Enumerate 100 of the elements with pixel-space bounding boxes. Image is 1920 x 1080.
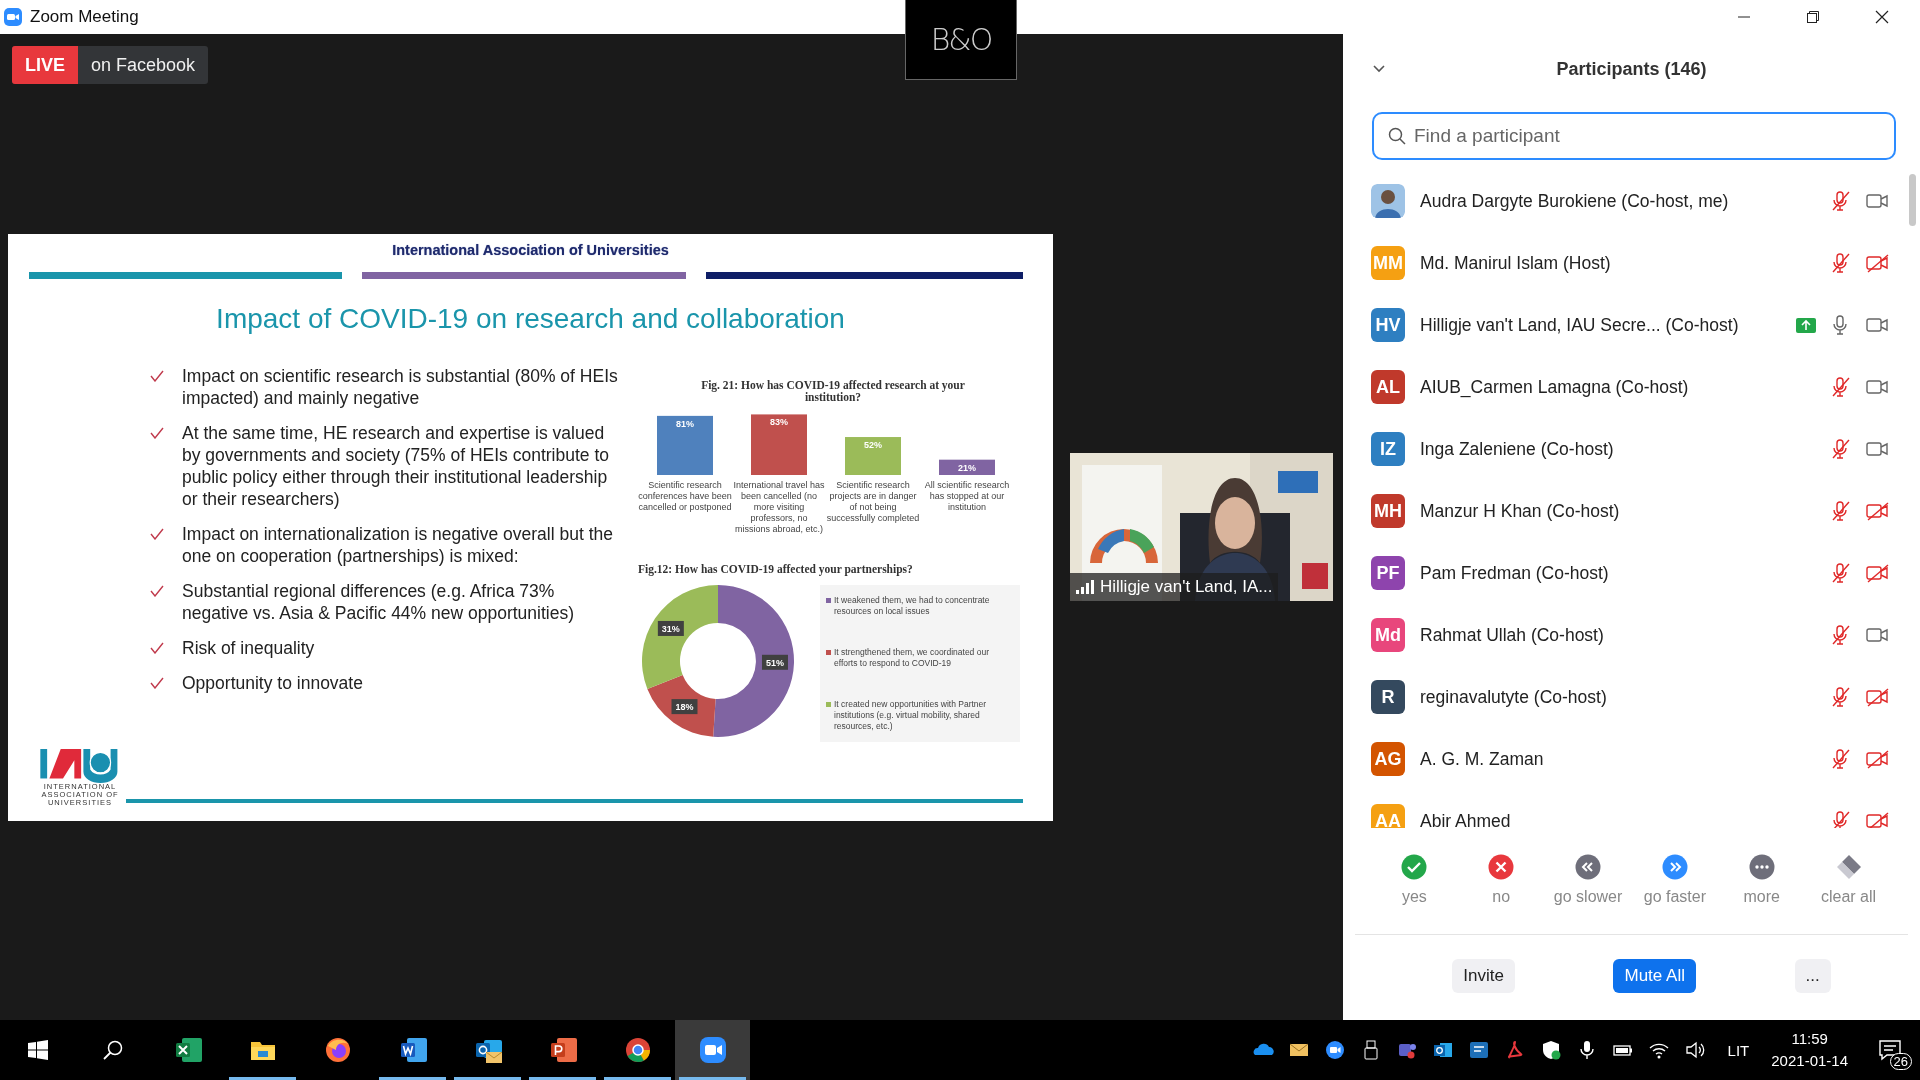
- check-icon: [1401, 854, 1428, 880]
- reaction-button[interactable]: no: [1457, 854, 1545, 934]
- participant-name: Pam Fredman (Co-host): [1420, 562, 1610, 584]
- scrollbar-thumb[interactable]: [1909, 174, 1916, 226]
- muted-microphone-icon[interactable]: [1830, 749, 1852, 769]
- participant-row[interactable]: Audra Dargyte Burokiene (Co-host, me): [1343, 170, 1920, 232]
- collapse-chevron-icon[interactable]: [1373, 65, 1385, 73]
- bar: [657, 415, 713, 475]
- participant-row[interactable]: AL AIUB_Carmen Lamagna (Co-host): [1343, 356, 1920, 418]
- restore-icon[interactable]: [1806, 10, 1820, 24]
- search-field[interactable]: Find a participant: [1372, 112, 1896, 160]
- slide-header: International Association of Universities: [392, 241, 669, 260]
- avatar: PF: [1371, 556, 1405, 590]
- value-label: 83%: [770, 416, 788, 427]
- clock-date: 2021-01-14: [1771, 1051, 1848, 1071]
- live-stream-badge[interactable]: LIVE on Facebook: [12, 46, 209, 84]
- muted-microphone-icon[interactable]: [1830, 811, 1852, 828]
- muted-microphone-icon[interactable]: [1830, 563, 1852, 583]
- participant-row[interactable]: PF Pam Fredman (Co-host): [1343, 542, 1920, 604]
- participant-row[interactable]: MH Manzur H Khan (Co-host): [1343, 480, 1920, 542]
- stream-platform-label: on Facebook: [90, 53, 197, 77]
- spreadsheet-app-icon[interactable]: [173, 1036, 202, 1064]
- participant-name: A. G. M. Zaman: [1420, 748, 1545, 770]
- avatar: Md: [1371, 618, 1405, 652]
- browser-icon[interactable]: [623, 1036, 652, 1064]
- video-camera-icon[interactable]: [1866, 625, 1890, 645]
- muted-microphone-icon[interactable]: [1830, 439, 1852, 459]
- presentation-app-icon[interactable]: [548, 1036, 577, 1064]
- video-camera-icon[interactable]: [1866, 191, 1890, 211]
- chat-icon[interactable]: [1467, 1039, 1490, 1061]
- category-label: Scientific research projects are in danger of not being successfully completed: [826, 478, 920, 525]
- muted-microphone-icon[interactable]: [1830, 191, 1852, 211]
- participant-name: Hilligje van't Land, IAU Secre... (Co-host): [1420, 314, 1740, 336]
- reaction-button[interactable]: more: [1718, 854, 1806, 934]
- muted-microphone-icon[interactable]: [1830, 687, 1852, 707]
- participant-row[interactable]: MM Md. Manirul Islam (Host): [1343, 232, 1920, 294]
- live-label: LIVE: [12, 46, 78, 84]
- panel-button[interactable]: ...: [1794, 958, 1831, 993]
- participant-row[interactable]: AG A. G. M. Zaman: [1343, 728, 1920, 790]
- panel-button[interactable]: Invite: [1452, 958, 1515, 993]
- checkmark-icon: [150, 676, 164, 689]
- video-off-icon[interactable]: [1866, 501, 1890, 521]
- participant-row[interactable]: R reginavalutyte (Co-host): [1343, 666, 1920, 728]
- checkmark-icon: [150, 584, 164, 597]
- window-title: Zoom Meeting: [30, 7, 139, 27]
- slide-title: Impact of COVID-19 on research and collaboration: [216, 302, 845, 336]
- clock-time: 11:59: [1791, 1029, 1828, 1049]
- bullet-text: Opportunity to innovate: [182, 671, 364, 694]
- mute-all-button[interactable]: Mute All: [1613, 958, 1696, 993]
- data-label: 51%: [765, 657, 784, 668]
- rewind-icon: [1575, 854, 1602, 880]
- bullet-text: Impact on scientific research is substantial (80% of HEIs impacted) and mainly negative: [182, 364, 619, 409]
- legend-label: It strengthened them, we coordinated our efforts to respond to COVID-19: [834, 646, 990, 669]
- chart-title: Fig.12: How has COVID-19 affected your partnerships?: [638, 562, 914, 575]
- reaction-button[interactable]: go faster: [1631, 854, 1719, 934]
- value-label: 21%: [958, 462, 976, 473]
- muted-microphone-icon[interactable]: [1830, 501, 1852, 521]
- signal-icon: [1076, 580, 1094, 594]
- data-label: 18%: [675, 701, 694, 712]
- participant-row[interactable]: AA Abir Ahmed: [1343, 790, 1920, 828]
- bullet-text: At the same time, HE research and expertise is valued by governments and society (75% of HEIs contribute to public policy either through their institutional leadership or their researchers): [182, 421, 611, 510]
- search-icon[interactable]: [102, 1040, 123, 1060]
- windows-start-icon[interactable]: [27, 1040, 48, 1060]
- video-off-icon[interactable]: [1866, 253, 1890, 273]
- muted-microphone-icon[interactable]: [1830, 253, 1852, 273]
- avatar: AA: [1371, 804, 1405, 828]
- speaker-icon[interactable]: [1683, 1039, 1706, 1061]
- reaction-button[interactable]: clear all: [1805, 854, 1892, 934]
- reaction-button[interactable]: go slower: [1544, 854, 1632, 934]
- participant-name: reginavalutyte (Co-host): [1420, 686, 1608, 708]
- video-off-icon[interactable]: [1866, 563, 1890, 583]
- video-camera-icon[interactable]: [1866, 439, 1890, 459]
- browser-icon[interactable]: [323, 1036, 352, 1064]
- eraser-icon: [1835, 854, 1862, 880]
- clock[interactable]: 11:59 2021-01-14: [1771, 1028, 1848, 1072]
- participant-name: Rahmat Ullah (Co-host): [1420, 624, 1605, 646]
- checkmark-icon: [150, 527, 164, 540]
- video-call-icon[interactable]: [1323, 1039, 1346, 1061]
- participant-name: Md. Manirul Islam (Host): [1420, 252, 1612, 274]
- video-call-app-icon[interactable]: [698, 1036, 727, 1064]
- participant-row[interactable]: Md Rahmat Ullah (Co-host): [1343, 604, 1920, 666]
- video-off-icon[interactable]: [1866, 687, 1890, 707]
- video-off-icon[interactable]: [1866, 811, 1890, 828]
- legend-label: It weakened them, we had to concentrate resources on local issues: [834, 594, 991, 617]
- video-camera-icon[interactable]: [1866, 315, 1890, 335]
- muted-microphone-icon[interactable]: [1830, 625, 1852, 645]
- participant-row[interactable]: HV Hilligje van't Land, IAU Secre... (Co-host): [1343, 294, 1920, 356]
- participant-name: Inga Zaleniene (Co-host): [1420, 438, 1615, 460]
- avatar: AL: [1371, 370, 1405, 404]
- muted-microphone-icon[interactable]: [1830, 377, 1852, 397]
- category-label: All scientific research has stopped at our institution: [923, 478, 1011, 514]
- document-app-icon[interactable]: [398, 1036, 427, 1064]
- avatar: MH: [1371, 494, 1405, 528]
- language-indicator[interactable]: LIT: [1727, 1041, 1750, 1059]
- participant-row[interactable]: IZ Inga Zaleniene (Co-host): [1343, 418, 1920, 480]
- video-camera-icon[interactable]: [1866, 377, 1890, 397]
- reaction-button[interactable]: yes: [1371, 854, 1458, 934]
- video-off-icon[interactable]: [1866, 749, 1890, 769]
- close-icon[interactable]: [1875, 10, 1889, 24]
- legend-swatch: [826, 701, 831, 707]
